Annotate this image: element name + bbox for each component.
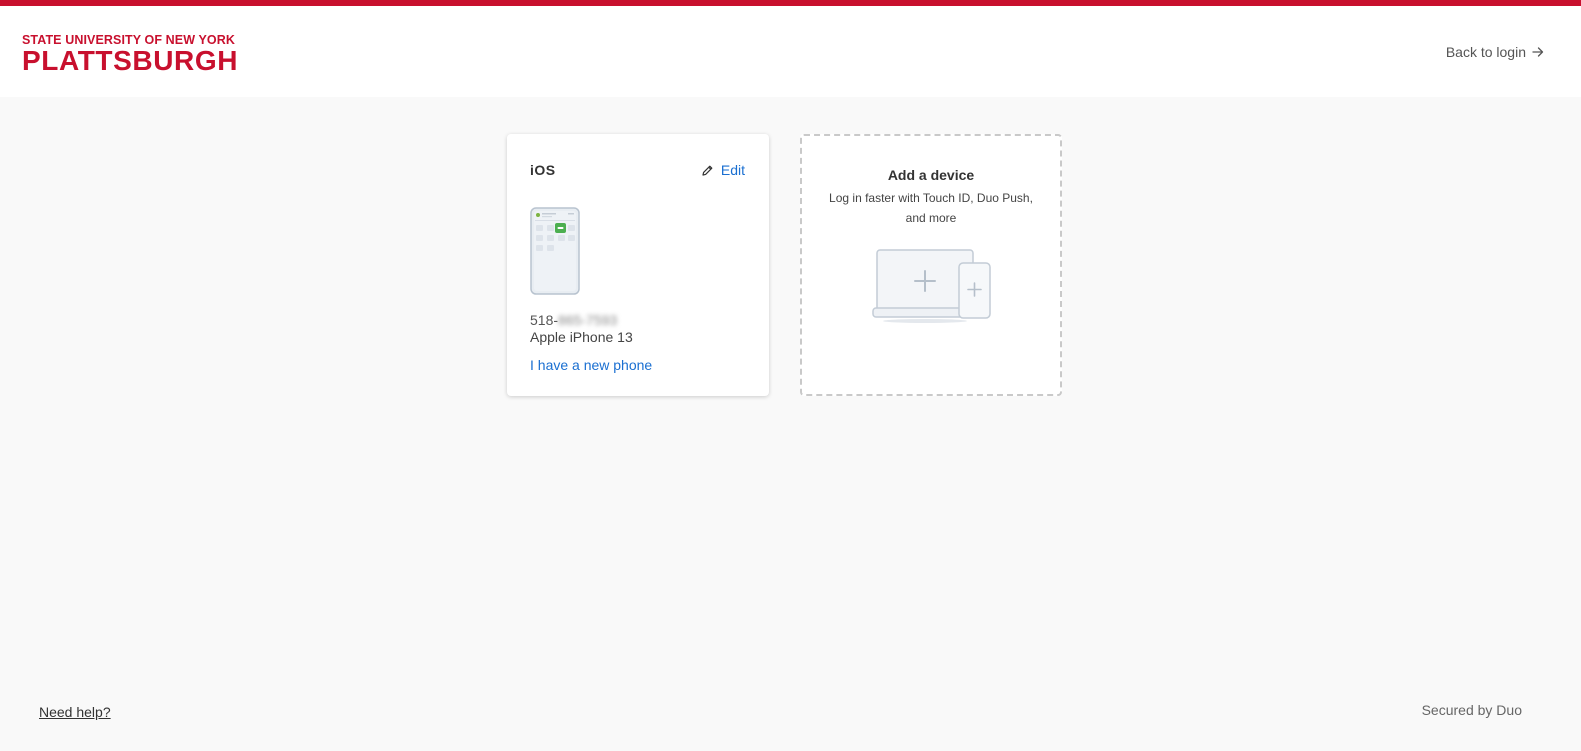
arrow-right-icon (1532, 47, 1544, 57)
add-device-card[interactable]: Add a device Log in faster with Touch ID… (800, 134, 1062, 396)
pencil-icon (702, 165, 713, 176)
device-platform-title: iOS (530, 162, 556, 178)
secured-by-duo-text: Secured by Duo (1421, 702, 1522, 718)
phone-prefix: 518- (530, 312, 559, 328)
add-device-description: Log in faster with Touch ID, Duo Push, a… (829, 191, 1033, 225)
university-logo: STATE UNIVERSITY OF NEW YORK PLATTSBURGH (22, 34, 239, 76)
edit-label: Edit (720, 162, 745, 178)
need-help-link[interactable]: Need help? (39, 704, 111, 720)
add-device-title: Add a device (887, 167, 975, 183)
edit-device-button[interactable]: Edit (701, 162, 745, 178)
header: STATE UNIVERSITY OF NEW YORK PLATTSBURGH… (0, 6, 1581, 97)
device-model: Apple iPhone 13 (530, 329, 633, 345)
phone-illustration (530, 207, 580, 295)
device-card: iOS Edit 518-865-7593 Apple iPhone 13 I … (507, 134, 769, 396)
add-device-illustration (872, 249, 991, 323)
phone-hidden-digits: 865-7593 (558, 312, 618, 328)
device-phone-number: 518-865-7593 (530, 312, 617, 328)
logo-main-text: PLATTSBURGH (22, 45, 239, 76)
back-to-login-label: Back to login (1445, 44, 1526, 60)
new-phone-link[interactable]: I have a new phone (530, 357, 652, 373)
back-to-login-link[interactable]: Back to login (1446, 44, 1544, 60)
